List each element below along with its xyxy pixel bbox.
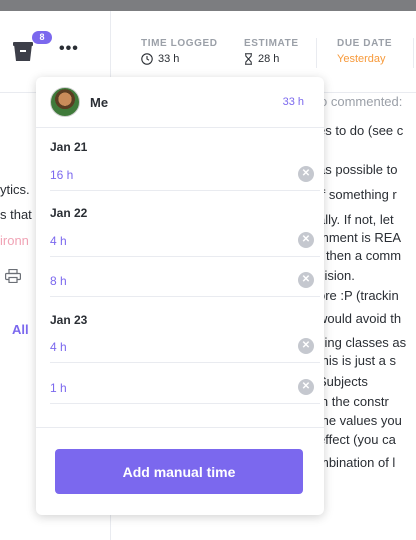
comment-text-line: If something r [318, 187, 397, 202]
estimate-label: ESTIMATE [244, 38, 299, 49]
comment-text-line: would avoid th [318, 311, 402, 326]
comment-text-line: es to do (see c [318, 123, 404, 138]
comment-text-line: sing classes as [318, 335, 407, 350]
stat-divider [413, 38, 414, 68]
avatar [50, 87, 80, 117]
remove-entry-icon[interactable]: ✕ [298, 379, 314, 395]
entry-duration[interactable]: 4 h [50, 234, 67, 248]
print-icon[interactable] [5, 269, 21, 283]
time-entry[interactable]: 16 h ✕ [50, 157, 320, 191]
due-date-stat[interactable]: DUE DATE Yesterday [337, 38, 392, 65]
time-logged-value: 33 h [158, 53, 180, 65]
comment-text-line: o commented: [320, 94, 403, 109]
comment-text-line: as possible to [318, 162, 398, 177]
popover-footer: Add manual time [36, 427, 324, 515]
comment-text-line: this is just a s [318, 353, 397, 368]
remove-entry-icon[interactable]: ✕ [298, 232, 314, 248]
add-manual-time-button[interactable]: Add manual time [55, 449, 303, 494]
more-options-icon[interactable]: ••• [59, 40, 79, 58]
box-icon[interactable] [13, 41, 33, 63]
comment-text-line: ally. If not, let [318, 212, 394, 227]
hourglass-icon [245, 53, 252, 65]
notification-badge: 8 [32, 31, 52, 44]
description-fragment: s that [0, 207, 32, 222]
comment-text-line: ) then a comm [318, 248, 402, 263]
due-date-value: Yesterday [337, 53, 386, 65]
entry-duration[interactable]: 8 h [50, 274, 67, 288]
comment-text-line: effect (you ca [318, 432, 396, 447]
description-fragment: ytics. [0, 182, 30, 197]
comment-text-line: mment is REA [318, 230, 402, 245]
popover-user-header: Me 33 h [36, 77, 324, 128]
comment-text-line: Subjects [318, 374, 368, 389]
window-top-bar [0, 0, 416, 11]
comment-text-line: the values you [318, 413, 402, 428]
clock-icon [141, 53, 153, 65]
user-name: Me [90, 95, 109, 110]
time-entry[interactable]: 4 h ✕ [50, 329, 320, 363]
time-entries-popover: Me 33 h Jan 21 16 h ✕ Jan 22 4 h ✕ 8 h ✕… [36, 77, 324, 515]
date-heading: Jan 22 [50, 206, 88, 220]
estimate-stat[interactable]: ESTIMATE 28 h [244, 38, 299, 65]
time-logged-label: TIME LOGGED [141, 38, 218, 49]
time-entry[interactable]: 1 h ✕ [50, 370, 320, 404]
remove-entry-icon[interactable]: ✕ [298, 166, 314, 182]
remove-entry-icon[interactable]: ✕ [298, 272, 314, 288]
description-fragment: ironn [0, 233, 29, 248]
entry-duration[interactable]: 4 h [50, 340, 67, 354]
time-entry[interactable]: 8 h ✕ [50, 263, 320, 297]
due-date-label: DUE DATE [337, 38, 393, 49]
time-entry[interactable]: 4 h ✕ [50, 223, 320, 257]
entry-duration[interactable]: 1 h [50, 381, 67, 395]
comment-text-line: in the constr [318, 394, 389, 409]
entry-duration[interactable]: 16 h [50, 168, 73, 182]
estimate-value: 28 h [258, 53, 280, 65]
user-total-time: 33 h [282, 96, 304, 108]
date-heading: Jan 21 [50, 140, 88, 154]
remove-entry-icon[interactable]: ✕ [298, 338, 314, 354]
time-logged-stat[interactable]: TIME LOGGED 33 h [141, 38, 218, 65]
comment-text-line: ore :P (trackin [318, 288, 399, 303]
comment-text-line: mbination of l [318, 455, 396, 470]
all-filter-link[interactable]: All [12, 322, 29, 337]
date-heading: Jan 23 [50, 313, 88, 327]
stat-divider [316, 38, 317, 68]
